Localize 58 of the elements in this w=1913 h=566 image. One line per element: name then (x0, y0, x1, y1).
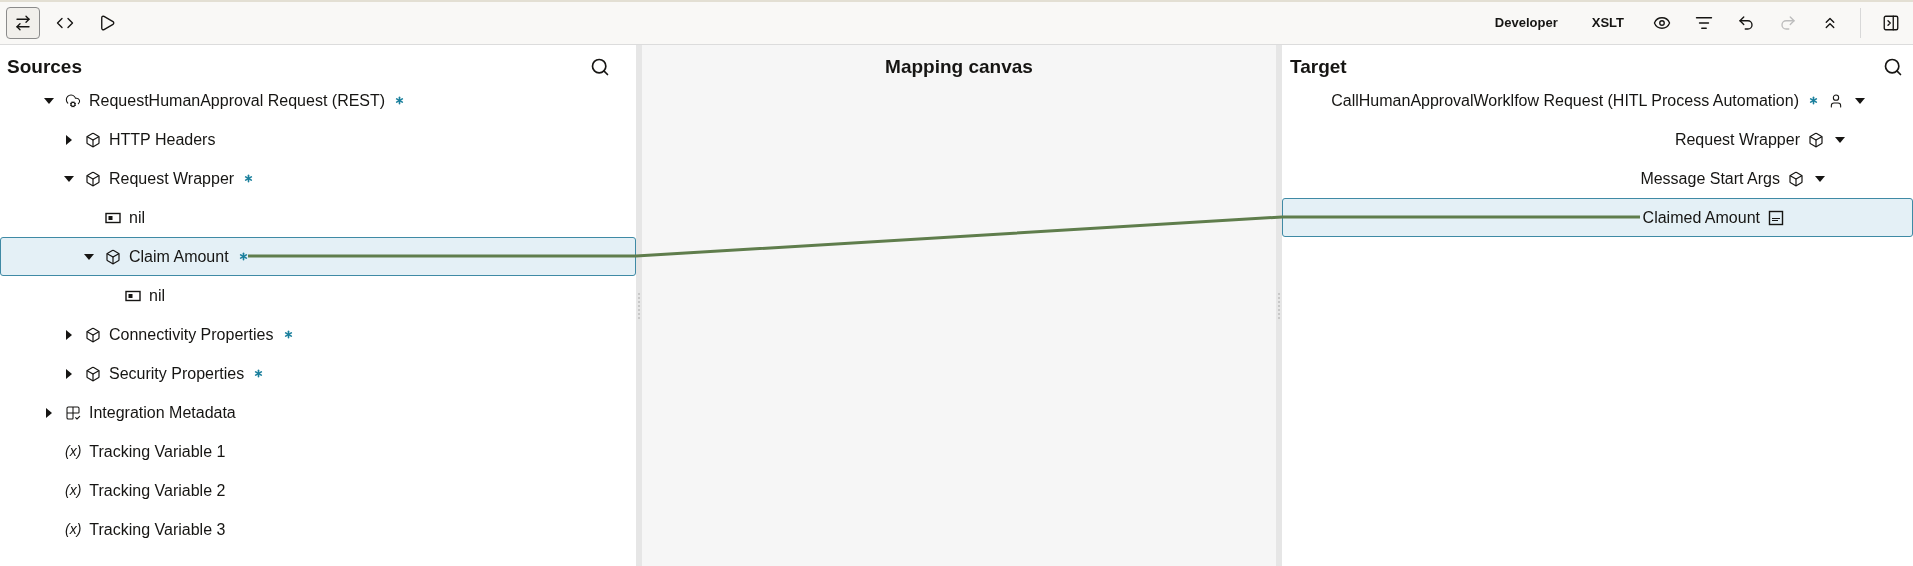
cube-icon (105, 248, 121, 265)
person-icon (1828, 92, 1844, 109)
node-label: Tracking Variable 3 (89, 519, 226, 540)
tree-row[interactable]: CallHumanApprovalWorklfow Request (HITL Process Automation) (1282, 81, 1913, 120)
node-label: Claimed Amount (1642, 207, 1760, 228)
variable-marker: (x) (65, 481, 82, 500)
node-label: RequestHumanApproval Request (REST) (89, 90, 386, 111)
cube-icon (85, 365, 101, 382)
tree-row[interactable]: Security Properties (0, 354, 636, 393)
node-label: Connectivity Properties (109, 324, 274, 345)
node-label: Request Wrapper (1674, 129, 1800, 150)
cloud-icon (65, 92, 81, 109)
tree-row[interactable]: (x) Tracking Variable 2 (0, 471, 636, 510)
node-label: Request Wrapper (109, 168, 235, 189)
tree-row[interactable]: HTTP Headers (0, 120, 636, 159)
tree-row[interactable]: (x) Tracking Variable 3 (0, 510, 636, 549)
tree-row[interactable]: (x) Tracking Variable 1 (0, 432, 636, 471)
variable-marker: (x) (65, 442, 82, 461)
panel-title: Target (1290, 54, 1347, 79)
cube-icon (1788, 170, 1804, 187)
mode-button[interactable]: Developer (1482, 7, 1570, 39)
tree-row[interactable]: nil (0, 276, 636, 315)
toolbar-button[interactable] (6, 7, 40, 39)
node-label: Claim Amount (129, 246, 229, 267)
tree-row[interactable]: Connectivity Properties (0, 315, 636, 354)
tree-row[interactable]: Claimed Amount (1282, 198, 1913, 237)
node-label: HTTP Headers (109, 129, 216, 150)
attribute-icon (125, 289, 141, 302)
panel-title: Sources (7, 54, 82, 79)
tree-row[interactable]: RequestHumanApproval Request (REST) (0, 81, 636, 120)
tree-row[interactable]: Integration Metadata (0, 393, 636, 432)
text-type-icon (1768, 209, 1784, 226)
tree-row[interactable]: Claim Amount (0, 237, 636, 276)
attribute-icon (105, 211, 121, 224)
mapper-icon (14, 14, 32, 32)
node-label: Message Start Args (1640, 168, 1780, 189)
search-icon[interactable] (1883, 57, 1903, 77)
node-label: Tracking Variable 1 (89, 441, 226, 462)
play-icon (98, 14, 116, 32)
tree-row[interactable]: Request Wrapper (0, 159, 636, 198)
mode-button[interactable]: XSLT (1579, 7, 1636, 39)
variable-marker: (x) (65, 520, 82, 539)
panel-title: Mapping canvas (885, 54, 1033, 79)
cube-icon (85, 131, 101, 148)
node-label: CallHumanApprovalWorklfow Request (HITL Process Automation) (1331, 90, 1799, 111)
tree-row[interactable]: Message Start Args (1282, 159, 1913, 198)
node-label: nil (149, 285, 165, 306)
node-label: Security Properties (109, 363, 245, 384)
node-label: Tracking Variable 2 (89, 480, 226, 501)
cube-icon (85, 170, 101, 187)
tree-row[interactable]: Request Wrapper (1282, 120, 1913, 159)
cube-icon (1808, 131, 1824, 148)
node-label: Integration Metadata (89, 402, 236, 423)
cube-icon (85, 326, 101, 343)
tree-row[interactable]: nil (0, 198, 636, 237)
node-label: nil (129, 207, 145, 228)
grid-icon (65, 404, 81, 421)
search-icon[interactable] (590, 57, 610, 77)
